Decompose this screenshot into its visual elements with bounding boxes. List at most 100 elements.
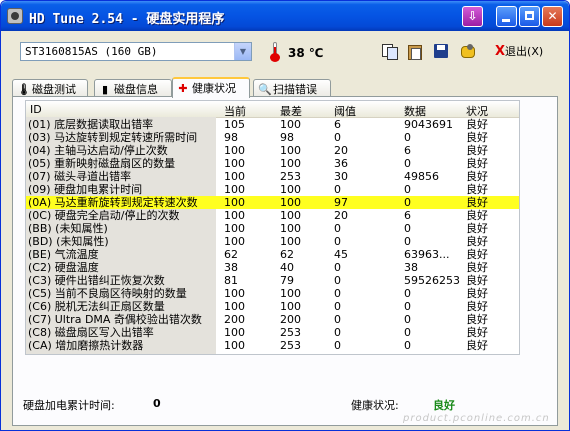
drive-select[interactable]: ST3160815AS (160 GB) ▼ — [20, 42, 252, 61]
cell-threshold: 0 — [334, 287, 341, 300]
cell-data: 0 — [404, 300, 411, 313]
cell-status: 良好 — [466, 261, 488, 274]
column-header-threshold[interactable]: 阈值 — [334, 103, 356, 119]
cell-worst: 98 — [280, 131, 294, 144]
tab-health[interactable]: ✚ 健康状况 — [172, 77, 250, 98]
table-row[interactable]: (01) 底层数据读取出错率 105 100 6 9043691 良好 — [26, 118, 519, 131]
table-row[interactable]: (C2) 硬盘温度 38 40 0 38 良好 — [26, 261, 519, 274]
table-row[interactable]: (C3) 硬件出错纠正恢复次数 81 79 0 59526253 良好 — [26, 274, 519, 287]
table-row[interactable]: (BD) (未知属性) 100 100 0 0 良好 — [26, 235, 519, 248]
clipboard-icon[interactable] — [406, 42, 424, 60]
cell-data: 63963... — [404, 248, 450, 261]
download-icon[interactable]: ⇩ — [462, 6, 483, 27]
drive-select-value: ST3160815AS (160 GB) — [25, 45, 158, 58]
cell-status: 良好 — [466, 131, 488, 144]
cell-current: 100 — [224, 235, 245, 248]
smart-attribute-table[interactable]: ID 当前 最差 阈值 数据 状况 (01) 底层数据读取出错率 105 100 6 9… — [25, 100, 520, 355]
cell-current: 100 — [224, 287, 245, 300]
exit-x-icon: X — [495, 44, 506, 59]
cell-data: 0 — [404, 157, 411, 170]
cell-status: 良好 — [466, 339, 488, 352]
cell-worst: 100 — [280, 157, 301, 170]
minimize-button[interactable] — [496, 6, 517, 27]
cell-id: (BE) 气流温度 — [28, 248, 216, 261]
cell-status: 良好 — [466, 157, 488, 170]
chevron-down-icon[interactable]: ▼ — [234, 43, 251, 60]
cell-current: 100 — [224, 144, 245, 157]
cell-status: 良好 — [466, 287, 488, 300]
cell-current: 62 — [224, 248, 238, 261]
column-header-worst[interactable]: 最差 — [280, 103, 302, 119]
copy-icon[interactable] — [380, 42, 398, 60]
cell-data: 0 — [404, 287, 411, 300]
watermark-text: product.pconline.com.cn — [403, 413, 550, 424]
cell-id: (0C) 硬盘完全启动/停止的次数 — [28, 209, 216, 222]
tab-disk-info[interactable]: ▮ 磁盘信息 — [94, 79, 172, 96]
table-row[interactable]: (C5) 当前不良扇区待映射的数量 100 100 0 0 良好 — [26, 287, 519, 300]
minimize-icon — [502, 19, 510, 22]
window-title: HD Tune 2.54 - 硬盘实用程序 — [29, 12, 225, 27]
cell-id: (C3) 硬件出错纠正恢复次数 — [28, 274, 216, 287]
cell-data: 0 — [404, 235, 411, 248]
cell-worst: 100 — [280, 196, 301, 209]
cell-data: 49856 — [404, 170, 439, 183]
cell-threshold: 30 — [334, 170, 348, 183]
tab-error-scan[interactable]: 🔍扫描错误 — [253, 79, 331, 96]
table-row[interactable]: (CA) 增加磨擦热计数器 100 253 0 0 良好 — [26, 339, 519, 352]
table-row[interactable]: (BE) 气流温度 62 62 45 63963... 良好 — [26, 248, 519, 261]
options-icon[interactable] — [459, 42, 477, 60]
info-icon: ▮ — [101, 83, 109, 96]
table-row[interactable]: (09) 硬盘加电累计时间 100 100 0 0 良好 — [26, 183, 519, 196]
cell-id: (C7) Ultra DMA 奇偶校验出错次数 — [28, 313, 216, 326]
cell-id: (04) 主轴马达启动/停止次数 — [28, 144, 216, 157]
save-icon[interactable] — [432, 42, 450, 60]
cell-status: 良好 — [466, 209, 488, 222]
cell-id: (0A) 马达重新旋转到规定转速次数 — [28, 196, 216, 209]
title-bar[interactable]: HD Tune 2.54 - 硬盘实用程序 ⇩ ✕ — [1, 1, 569, 31]
cell-status: 良好 — [466, 248, 488, 261]
cell-id: (BD) (未知属性) — [28, 235, 216, 248]
table-row[interactable]: (BB) (未知属性) 100 100 0 0 良好 — [26, 222, 519, 235]
table-row[interactable]: (0C) 硬盘完全启动/停止的次数 100 100 20 6 良好 — [26, 209, 519, 222]
cell-threshold: 0 — [334, 235, 341, 248]
cell-id: (03) 马达旋转到规定转速所需时间 — [28, 131, 216, 144]
table-row[interactable]: (C7) Ultra DMA 奇偶校验出错次数 200 200 0 0 良好 — [26, 313, 519, 326]
column-header-data[interactable]: 数据 — [404, 103, 426, 119]
table-row[interactable]: (C8) 磁盘扇区写入出错率 100 253 0 0 良好 — [26, 326, 519, 339]
column-header-id[interactable]: ID — [30, 103, 42, 116]
cell-data: 59526253 — [404, 274, 460, 287]
table-row[interactable]: (07) 磁头寻道出错率 100 253 30 49856 良好 — [26, 170, 519, 183]
cell-status: 良好 — [466, 300, 488, 313]
cell-id: (09) 硬盘加电累计时间 — [28, 183, 216, 196]
cell-status: 良好 — [466, 274, 488, 287]
table-row[interactable]: (C6) 脱机无法纠正扇区数量 100 100 0 0 良好 — [26, 300, 519, 313]
health-cross-icon: ✚ — [178, 82, 188, 95]
table-row[interactable]: (0A) 马达重新旋转到规定转速次数 100 100 97 0 良好 — [26, 196, 519, 209]
cell-threshold: 0 — [334, 131, 341, 144]
table-row[interactable]: (03) 马达旋转到规定转速所需时间 98 98 0 0 良好 — [26, 131, 519, 144]
column-header-status[interactable]: 状况 — [466, 103, 488, 119]
cell-status: 良好 — [466, 196, 488, 209]
cell-status: 良好 — [466, 144, 488, 157]
cell-status: 良好 — [466, 170, 488, 183]
cell-current: 98 — [224, 131, 238, 144]
cell-current: 81 — [224, 274, 238, 287]
cell-threshold: 20 — [334, 144, 348, 157]
cell-worst: 100 — [280, 287, 301, 300]
tab-disk-test[interactable]: 🌡磁盘测试 — [12, 79, 88, 96]
table-row[interactable]: (05) 重新映射磁盘扇区的数量 100 100 36 0 良好 — [26, 157, 519, 170]
maximize-button[interactable] — [519, 6, 540, 27]
table-row[interactable]: (04) 主轴马达启动/停止次数 100 100 20 6 良好 — [26, 144, 519, 157]
cell-id: (CA) 增加磨擦热计数器 — [28, 339, 216, 352]
exit-button[interactable]: X退出(X) — [495, 43, 543, 59]
cell-threshold: 0 — [334, 339, 341, 352]
cell-worst: 100 — [280, 235, 301, 248]
cell-threshold: 6 — [334, 118, 341, 131]
cell-worst: 100 — [280, 222, 301, 235]
close-button[interactable]: ✕ — [542, 6, 563, 27]
cell-current: 38 — [224, 261, 238, 274]
column-header-current[interactable]: 当前 — [224, 103, 246, 119]
cell-current: 100 — [224, 339, 245, 352]
cell-current: 200 — [224, 313, 245, 326]
cell-data: 0 — [404, 222, 411, 235]
